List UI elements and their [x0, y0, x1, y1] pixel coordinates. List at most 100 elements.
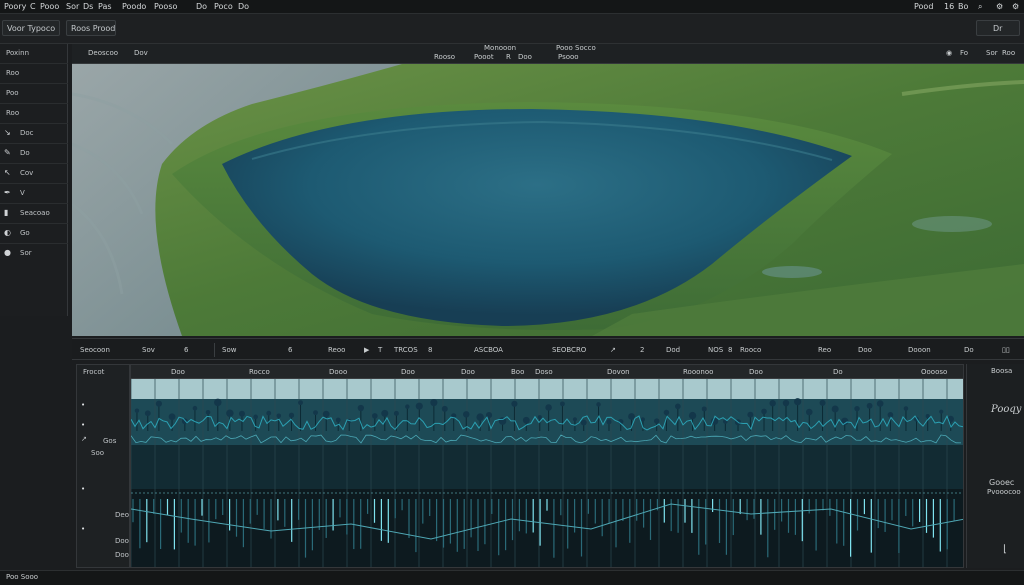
dot-icon: •	[81, 525, 86, 533]
waveform-dot	[511, 400, 518, 407]
lock-icon: ●	[4, 248, 11, 257]
waveform-dot	[560, 401, 565, 407]
menu-item[interactable]: Pooo	[40, 2, 59, 11]
viewer-control[interactable]: Pooot	[474, 53, 494, 61]
menu-item[interactable]: C	[30, 2, 36, 11]
transport-item[interactable]: Rooco	[740, 346, 761, 354]
list-item[interactable]: ▮ Seacoao	[0, 204, 68, 224]
left-panel-title: Poxinn	[6, 49, 29, 57]
ruler-label: Doso	[535, 368, 553, 376]
viewer-control[interactable]: Psooo	[558, 53, 579, 61]
waveform-dot	[628, 413, 635, 420]
transport-item[interactable]: TRCOS	[394, 346, 418, 354]
ruler-label: Do	[833, 368, 843, 376]
transport-item[interactable]: Do	[964, 346, 974, 354]
list-item[interactable]: ● Sor	[0, 244, 68, 264]
transport-item[interactable]: 6	[288, 346, 292, 354]
transport-item[interactable]: Dooon	[908, 346, 931, 354]
waveform-dot	[335, 417, 341, 423]
viewer-control[interactable]: R	[506, 53, 511, 61]
menu-item-right[interactable]: Bo	[958, 2, 968, 11]
waveform-dot	[322, 410, 330, 418]
waveform-dot	[903, 406, 909, 411]
transport-item[interactable]: 8	[428, 346, 432, 354]
settings-icon[interactable]: ◉	[946, 49, 952, 57]
viewer-title: Monooon	[484, 44, 517, 52]
track-label[interactable]: Gos	[103, 437, 116, 445]
pen-icon[interactable]: ↗	[610, 346, 616, 354]
transport-item[interactable]: Dod	[666, 346, 680, 354]
list-item[interactable]: Poo	[0, 84, 68, 104]
image-viewer[interactable]	[72, 64, 1024, 336]
menu-item[interactable]: Poodo	[122, 2, 146, 11]
dot-icon: •	[81, 485, 86, 493]
transport-item[interactable]: 8	[728, 346, 732, 354]
scrubber-icon[interactable]: ▯▯	[1002, 346, 1010, 354]
track-background	[131, 445, 963, 489]
list-item[interactable]: ✎ Do	[0, 144, 68, 164]
inspector-label: Pooqy	[991, 404, 1022, 415]
timeline-ruler[interactable]: Doo Rocco Dooo Doo Doo Boo Doso Dovon Ro…	[131, 365, 963, 379]
list-item[interactable]: Roo	[0, 104, 68, 124]
transport-item[interactable]: 6	[184, 346, 188, 354]
waveform-dot	[675, 403, 681, 410]
gear-icon[interactable]: ⚙	[1012, 2, 1019, 11]
menu-item[interactable]: Poory	[4, 2, 26, 11]
menu-item[interactable]: Sor	[66, 2, 79, 11]
search-icon[interactable]: ⌕	[978, 2, 982, 12]
track-label[interactable]: Frocot	[83, 368, 104, 376]
track-label[interactable]: Doo	[115, 537, 129, 545]
waveform-dot	[640, 417, 645, 422]
transport-item[interactable]: Seocoon	[80, 346, 110, 354]
transport-item[interactable]: SEOBCRO	[552, 346, 586, 354]
transport-item[interactable]: Doo	[858, 346, 872, 354]
viewer-right-item[interactable]: Fo	[960, 49, 968, 57]
transport-item[interactable]: NOS	[708, 346, 723, 354]
play-icon[interactable]: ▶	[364, 346, 369, 354]
transport-item[interactable]: Sov	[142, 346, 155, 354]
viewer-right-item[interactable]: Sor	[986, 49, 998, 57]
menu-item[interactable]: Pas	[98, 2, 112, 11]
list-item[interactable]: ↘ Doc	[0, 124, 68, 144]
tab-viewer[interactable]: Deoscoo	[88, 49, 118, 57]
list-item[interactable]: ↖ Cov	[0, 164, 68, 184]
menu-item[interactable]: Do	[196, 2, 207, 11]
list-item[interactable]: Roo	[0, 64, 68, 84]
list-item[interactable]: ✒ V	[0, 184, 68, 204]
transport-item[interactable]: Reoo	[328, 346, 345, 354]
toolbar-right-button[interactable]: Dr	[976, 20, 1020, 36]
transport-item[interactable]: Reo	[818, 346, 831, 354]
menu-item[interactable]: Poco	[214, 2, 233, 11]
toolbar: Voor Typoco Roos Prood Dr	[0, 14, 1024, 44]
viewer-control[interactable]: Doo	[518, 53, 532, 61]
gear-icon[interactable]: ⚙	[996, 2, 1003, 11]
menu-item[interactable]: Ds	[83, 2, 93, 11]
transport-item[interactable]: T	[378, 346, 382, 354]
search-field[interactable]: Roos Prood	[66, 20, 116, 36]
menu-item[interactable]: Pooso	[154, 2, 177, 11]
track-label[interactable]: Doo	[115, 551, 129, 559]
list-item[interactable]: ◐ Go	[0, 224, 68, 244]
waveform-dot	[782, 399, 790, 407]
menu-item[interactable]: Do	[238, 2, 249, 11]
waveform-dot	[939, 409, 944, 414]
arrow-icon: ↗	[81, 435, 87, 443]
project-selector-label: Voor Typoco	[7, 24, 56, 33]
project-selector[interactable]: Voor Typoco	[2, 20, 60, 36]
waveform-dot	[288, 412, 295, 418]
transport-item[interactable]: ASCBOA	[474, 346, 503, 354]
waveform-dot	[747, 411, 754, 418]
ruler-label: Doo	[749, 368, 763, 376]
waveform-dot	[405, 404, 410, 409]
track-label[interactable]: Soo	[91, 449, 104, 457]
viewer-control[interactable]: Rooso	[434, 53, 455, 61]
viewer-right-item[interactable]: Roo	[1002, 49, 1015, 57]
tab-dov[interactable]: Dov	[134, 49, 148, 57]
track-label[interactable]: Deo	[115, 511, 129, 519]
ruler-label: Doo	[171, 368, 185, 376]
transport-item[interactable]: Sow	[222, 346, 236, 354]
timeline[interactable]: Doo Rocco Dooo Doo Doo Boo Doso Dovon Ro…	[130, 364, 964, 568]
menu-item-right[interactable]: Pood	[914, 2, 933, 11]
waveform-dot	[298, 400, 303, 406]
transport-item[interactable]: 2	[640, 346, 644, 354]
